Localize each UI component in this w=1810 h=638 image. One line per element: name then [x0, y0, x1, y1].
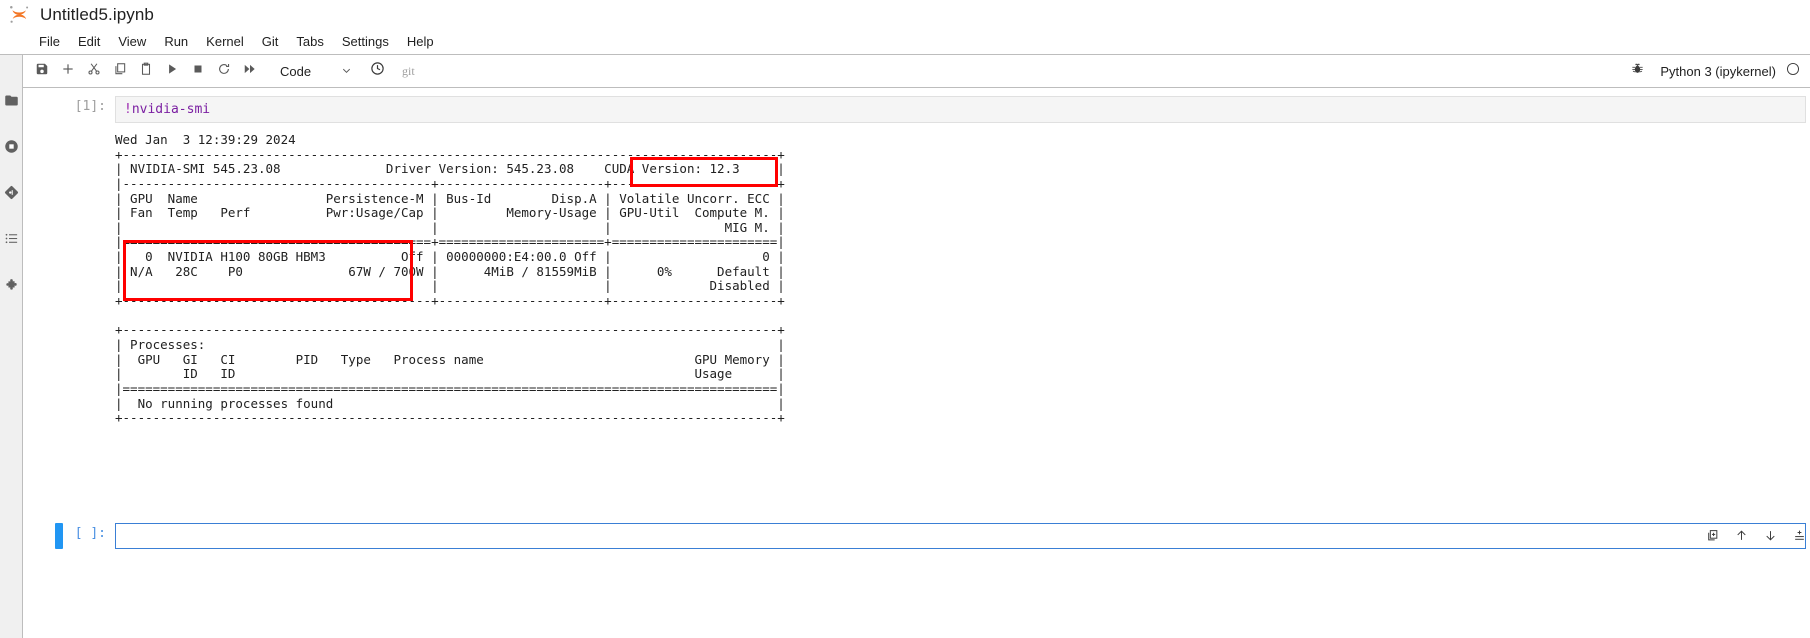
- scissors-icon: [87, 62, 101, 81]
- extension-puzzle-icon: [4, 277, 19, 292]
- insert-cell-button[interactable]: [55, 58, 81, 84]
- sidebar-item-running[interactable]: [0, 123, 23, 169]
- menu-file[interactable]: File: [30, 30, 69, 54]
- trash-icon: [1726, 512, 1810, 564]
- bug-icon: [1631, 62, 1644, 80]
- notebook-panel: Code git Python 3 (ipykernel) [1]: !nvid…: [23, 55, 1810, 638]
- cell-prompt: [1]:: [74, 99, 106, 114]
- code-cell-1[interactable]: [1]: !nvidia-smi: [23, 96, 1810, 123]
- cell-output-row: Wed Jan 3 12:39:29 2024 +----------------…: [23, 123, 1810, 499]
- output-line: | | | MIG M. |: [115, 219, 785, 235]
- output-line: +---------------------------------------…: [115, 322, 785, 338]
- sidebar-item-extensions[interactable]: [0, 261, 23, 307]
- notebook-scroll-area[interactable]: [1]: !nvidia-smi Wed Jan 3 12:39:29 2024…: [23, 88, 1810, 638]
- code-token-command: nvidia-smi: [131, 102, 211, 117]
- fast-forward-icon: [243, 62, 257, 81]
- debugger-button[interactable]: [1624, 58, 1650, 84]
- code-cell-2[interactable]: [ ]:: [23, 523, 1810, 551]
- kernel-idle-circle-icon[interactable]: [1786, 62, 1800, 81]
- menu-bar: File Edit View Run Kernel Git Tabs Setti…: [0, 30, 1810, 54]
- code-editor-empty[interactable]: [115, 523, 1806, 551]
- output-line: | N/A 28C P0 67W / 700W | 4MiB / 81559Mi…: [115, 263, 785, 279]
- jupyter-logo-icon: [8, 2, 34, 28]
- output-line: |---------------------------------------…: [115, 175, 785, 191]
- sidebar-item-toc[interactable]: [0, 215, 23, 261]
- output-gutter: [23, 123, 115, 499]
- menu-git[interactable]: Git: [253, 30, 288, 54]
- copy-icon: [113, 62, 127, 81]
- folder-icon: [4, 93, 19, 108]
- running-terminals-icon: [4, 139, 19, 154]
- restart-kernel-button[interactable]: [211, 58, 237, 84]
- menu-edit[interactable]: Edit: [69, 30, 109, 54]
- output-line: | 0 NVIDIA H100 80GB HBM3 Off | 00000000…: [115, 249, 785, 265]
- cut-cells-button[interactable]: [81, 58, 107, 84]
- output-line: | | | Disabled |: [115, 278, 785, 294]
- menu-kernel[interactable]: Kernel: [197, 30, 253, 54]
- cell-action-toolbar: [1641, 525, 1804, 551]
- stream-output: Wed Jan 3 12:39:29 2024 +----------------…: [115, 123, 1810, 499]
- restart-circular-arrow-icon: [217, 62, 231, 81]
- code-token-bang: !: [124, 102, 132, 117]
- page-title: Untitled5.ipynb: [40, 5, 154, 24]
- output-line: |=======================================…: [115, 380, 785, 396]
- output-line: +---------------------------------------…: [115, 293, 785, 309]
- cell-type-select[interactable]: Code: [272, 59, 356, 83]
- table-of-contents-icon: [4, 231, 19, 246]
- git-icon: [4, 185, 19, 200]
- save-button[interactable]: [29, 58, 55, 84]
- git-status-label: git: [402, 63, 415, 78]
- cell-type-value: Code: [280, 63, 312, 79]
- save-icon: [35, 62, 49, 81]
- command-history-button[interactable]: [364, 58, 390, 84]
- restart-and-run-all-button[interactable]: [237, 58, 263, 84]
- chevron-down-icon: [341, 64, 352, 79]
- paste-icon: [139, 62, 153, 81]
- run-cell-button[interactable]: [159, 58, 185, 84]
- workspace: Code git Python 3 (ipykernel) [1]: !nvid…: [0, 54, 1810, 638]
- output-line: +---------------------------------------…: [115, 410, 785, 426]
- play-icon: [165, 62, 179, 81]
- menu-tabs[interactable]: Tabs: [287, 30, 332, 54]
- output-line: | ID ID Usage |: [115, 366, 785, 382]
- stop-square-icon: [191, 62, 205, 81]
- cell-collapser-active[interactable]: [55, 523, 63, 550]
- kernel-name-label: Python 3 (ipykernel): [1660, 63, 1776, 79]
- menu-view[interactable]: View: [109, 30, 155, 54]
- menu-settings[interactable]: Settings: [333, 30, 398, 54]
- output-line: | Processes: |: [115, 336, 785, 352]
- interrupt-kernel-button[interactable]: [185, 58, 211, 84]
- delete-cell-button[interactable]: [1786, 529, 1804, 547]
- output-line: | NVIDIA-SMI 545.23.08 Driver Version: 5…: [115, 161, 785, 177]
- activity-bar: [0, 55, 23, 638]
- menu-help[interactable]: Help: [398, 30, 443, 54]
- output-line: | Fan Temp Perf Pwr:Usage/Cap | Memory-U…: [115, 205, 785, 221]
- output-line: Wed Jan 3 12:39:29 2024: [115, 132, 296, 147]
- copy-cells-button[interactable]: [107, 58, 133, 84]
- plus-icon: [61, 62, 75, 81]
- cell-prompt-empty: [ ]:: [74, 526, 106, 542]
- output-line: | No running processes found |: [115, 395, 785, 411]
- sidebar-item-file-browser[interactable]: [0, 77, 23, 123]
- cell-collapser[interactable]: [55, 96, 63, 123]
- title-bar: Untitled5.ipynb: [0, 0, 1810, 30]
- kernel-indicator-area: Python 3 (ipykernel): [1624, 58, 1810, 84]
- notebook-toolbar: Code git Python 3 (ipykernel): [23, 55, 1810, 88]
- menu-run[interactable]: Run: [155, 30, 197, 54]
- output-line: | GPU GI CI PID Type Process name GPU Me…: [115, 351, 785, 367]
- output-line: +---------------------------------------…: [115, 146, 785, 162]
- output-line: |=======================================…: [115, 234, 785, 250]
- paste-cells-button[interactable]: [133, 58, 159, 84]
- sidebar-item-git[interactable]: [0, 169, 23, 215]
- output-line: | GPU Name Persistence-M | Bus-Id Disp.A…: [115, 190, 785, 206]
- clock-icon: [370, 61, 385, 81]
- code-editor[interactable]: !nvidia-smi: [115, 96, 1806, 123]
